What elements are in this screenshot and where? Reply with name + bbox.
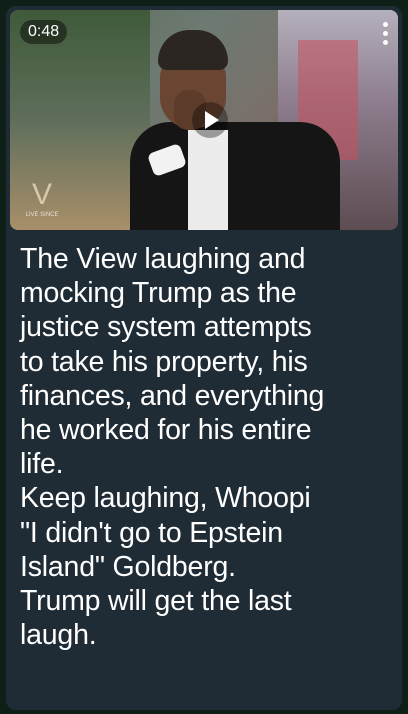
more-vertical-icon[interactable] bbox=[380, 22, 390, 50]
person-torso bbox=[130, 122, 340, 230]
message-bubble: V LIVE SINCE 0:48 The View laughing and … bbox=[6, 6, 402, 710]
video-player[interactable]: V LIVE SINCE 0:48 bbox=[10, 10, 398, 230]
play-icon[interactable] bbox=[192, 102, 228, 138]
message-text: The View laughing and mocking Trump as t… bbox=[20, 243, 325, 652]
video-duration-badge: 0:48 bbox=[20, 20, 68, 44]
person-hair bbox=[158, 30, 228, 70]
video-thumbnail-person bbox=[110, 30, 340, 230]
show-logo-caption: LIVE SINCE bbox=[25, 212, 59, 218]
show-logo-mark: V bbox=[31, 178, 52, 211]
show-logo: V LIVE SINCE bbox=[22, 178, 62, 222]
person-shirt bbox=[188, 130, 228, 230]
